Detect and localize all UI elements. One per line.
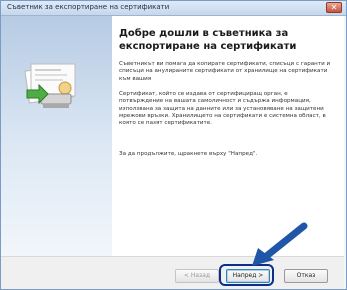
pointer-arrow-icon: [252, 222, 308, 266]
certificate-illustration-icon: [24, 63, 76, 108]
title-bar[interactable]: Съветник за експортиране на сертификати …: [1, 1, 346, 16]
window-title: Съветник за експортиране на сертификати: [7, 3, 170, 11]
wizard-content: Добре дошли в съветника за експортиране …: [1, 16, 344, 256]
wizard-main-panel: Добре дошли в съветника за експортиране …: [113, 16, 343, 256]
cancel-button[interactable]: Отказ: [284, 269, 328, 283]
close-icon: ✕: [330, 3, 338, 12]
wizard-description-text: Сертификат, който се издава от сертифици…: [119, 91, 326, 127]
wizard-side-panel: [1, 16, 112, 256]
close-button[interactable]: ✕: [326, 2, 342, 13]
wizard-heading: Добре дошли в съветника за експортиране …: [119, 28, 297, 52]
back-button[interactable]: < Назад: [175, 269, 219, 283]
wizard-continue-text: За да продължите, щракнете върху "Напред…: [119, 151, 258, 157]
wizard-intro-text: Съветникът ви помага да копирате сертифи…: [119, 61, 331, 82]
